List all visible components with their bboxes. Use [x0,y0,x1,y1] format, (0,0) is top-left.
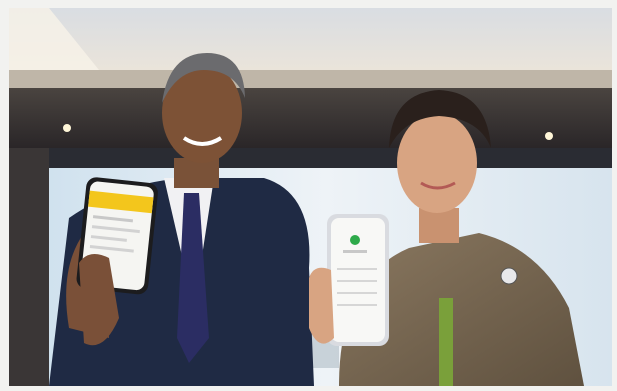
woman-badge [500,267,518,285]
ceiling-trim [9,70,612,88]
woman-dress-sash [439,298,453,386]
phone-right-line [337,292,377,294]
photo-frame: ay gu [9,8,612,386]
photo-scene: ay gu [9,8,612,386]
woman-face [397,113,477,213]
woman-neck [419,208,459,243]
phone-right-line [337,268,377,270]
left-wall [9,148,49,386]
phone-right [327,214,389,346]
phone-right-check-icon [350,235,360,245]
phone-right-line [337,280,377,282]
back-wall [9,88,612,148]
phone-right-line [343,250,367,253]
ceiling-spotlight [545,132,553,140]
phone-right-line [337,304,377,306]
woman-hand [309,267,334,344]
ceiling-spotlight [63,124,71,132]
